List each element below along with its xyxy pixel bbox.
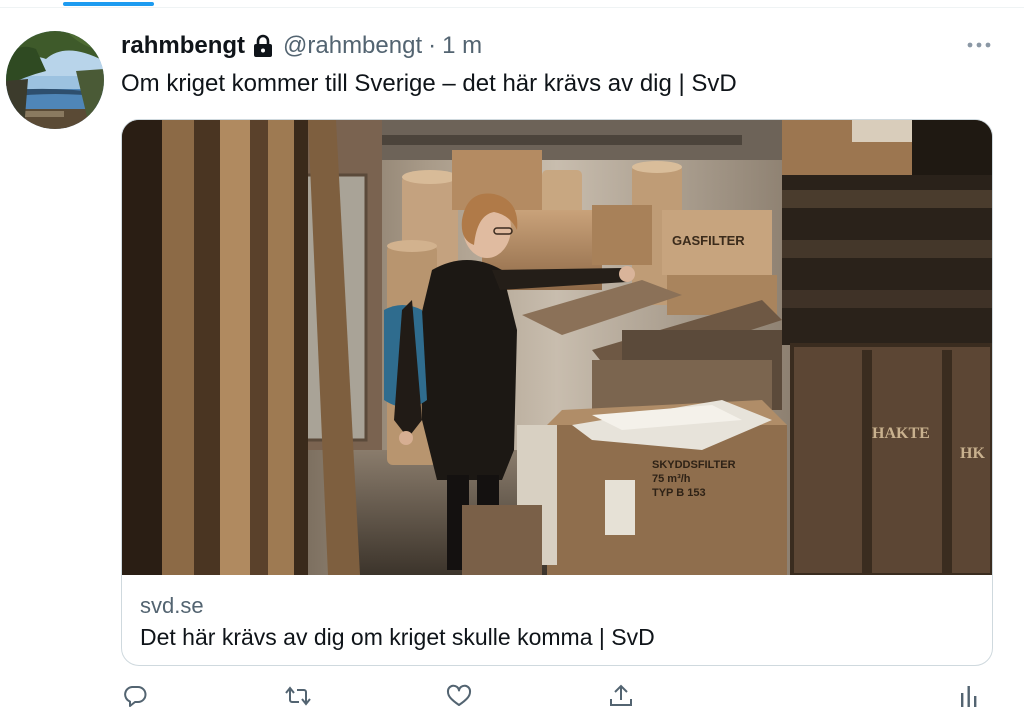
active-tab-indicator [63,2,154,6]
box-label-type: TYP B 153 [652,487,706,499]
reply-button[interactable] [119,682,151,714]
card-domain: svd.se [140,593,204,618]
separator-dot: · [428,32,437,59]
analytics-button[interactable] [953,682,985,714]
share-icon [608,683,634,714]
timestamp[interactable]: 1 m [442,32,482,60]
box-label-flow: 75 m³/h [652,473,691,485]
tweet-header: rahmbengt @rahmbengt · 1 m [121,30,482,62]
box-label-gasfilter: GASFILTER [672,233,745,248]
box-label-skyddsfilter: SKYDDSFILTER [652,459,736,471]
retweet-button[interactable] [282,682,314,714]
heart-icon [446,684,472,713]
display-name[interactable]: rahmbengt [121,32,245,60]
lock-icon [253,34,273,58]
avatar-landscape-image [6,31,104,129]
analytics-icon [958,683,980,714]
crate-label-1: HAKTE [872,425,930,442]
like-button[interactable] [443,682,475,714]
avatar[interactable] [6,31,104,129]
more-options-icon[interactable] [962,32,996,58]
card-image[interactable]: GASFILTER HAKTE HK SKYDDSFILTER 75 m³/h … [122,120,992,575]
link-card[interactable]: GASFILTER HAKTE HK SKYDDSFILTER 75 m³/h … [121,119,993,666]
storage-room-photo: GASFILTER HAKTE HK SKYDDSFILTER 75 m³/h … [122,120,992,575]
user-handle[interactable]: @rahmbengt [283,32,422,60]
retweet-icon [284,683,312,714]
tweet-text: Om kriget kommer till Sverige – det här … [121,70,737,97]
card-title[interactable]: Det här krävs av dig om kriget skulle ko… [140,624,655,651]
share-button[interactable] [605,682,637,714]
reply-icon [122,683,148,714]
crate-label-2: HK [960,445,985,462]
